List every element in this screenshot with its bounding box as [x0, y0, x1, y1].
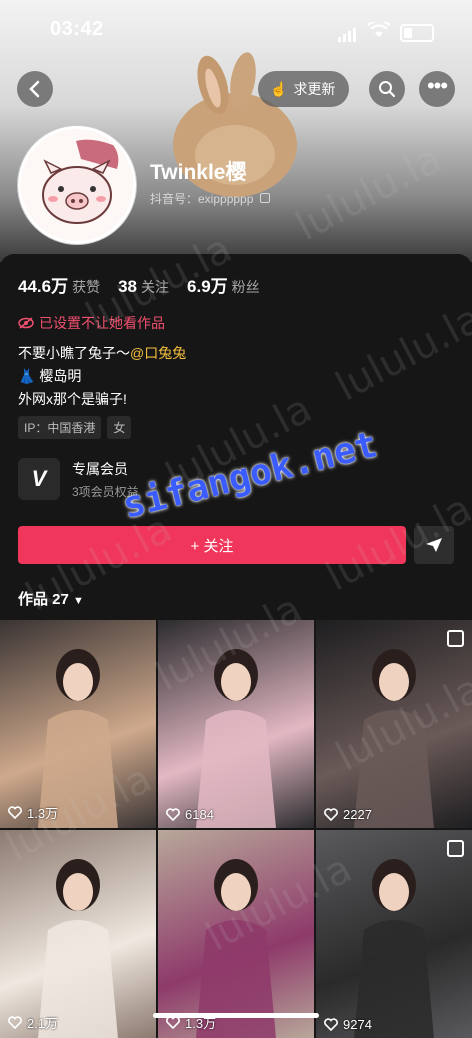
work-likes-count: 9274: [343, 1017, 372, 1032]
bio-line-1-text: 不要小瞧了兔子～: [18, 345, 130, 361]
works-tab[interactable]: 作品 27 ▼: [18, 588, 84, 609]
hand-point-icon: ☝: [270, 80, 288, 97]
multi-image-icon: [447, 840, 464, 857]
status-icons: [338, 19, 434, 43]
stats-row: 44.6万 获赞 38 关注 6.9万 粉丝: [18, 272, 260, 297]
douyin-id[interactable]: 抖音号：exipppppp: [150, 190, 270, 207]
work-likes-count: 2227: [343, 807, 372, 822]
work-photo: [354, 859, 434, 1038]
heart-icon: [324, 808, 338, 821]
more-dots-icon: •••: [426, 73, 448, 98]
status-time: 03:42: [50, 18, 104, 40]
dress-icon: 👗: [18, 368, 36, 384]
home-indicator[interactable]: [153, 1013, 319, 1018]
heart-icon: [166, 808, 180, 821]
stat-following-num: 38: [118, 277, 138, 296]
bio-line-1: 不要小瞧了兔子～@口兔兔: [18, 343, 186, 363]
member-title: 专属会员: [72, 460, 128, 477]
heart-icon: [324, 1018, 338, 1031]
back-button[interactable]: [17, 71, 53, 107]
heart-icon: [8, 1016, 22, 1029]
share-button[interactable]: [414, 526, 454, 564]
ip-location-tag: IP：中国香港: [18, 416, 102, 439]
work-thumbnail[interactable]: 1.3万: [158, 830, 314, 1038]
blocked-notice: 已设置不让她看作品: [18, 313, 165, 333]
search-button[interactable]: [369, 71, 405, 107]
work-likes-count: 6184: [185, 807, 214, 822]
back-arrow-icon: [29, 80, 40, 98]
search-icon: [379, 81, 396, 98]
follow-button[interactable]: + 关注: [18, 526, 406, 564]
stat-followers-label: 粉丝: [231, 279, 260, 295]
work-thumbnail[interactable]: 9274: [316, 830, 472, 1038]
request-update-label: 求更新: [293, 81, 336, 97]
work-likes: 1.3万: [8, 803, 58, 822]
member-v-icon: V: [18, 458, 60, 500]
wifi-icon: [367, 19, 391, 43]
profile-name: Twinkle樱: [150, 161, 247, 184]
works-label: 作品 27: [18, 591, 69, 608]
pig-avatar-image: [21, 129, 133, 241]
more-button[interactable]: •••: [419, 71, 455, 107]
work-thumbnail[interactable]: 2.1万: [0, 830, 156, 1038]
work-photo: [196, 859, 276, 1038]
stat-likes[interactable]: 44.6万 获赞: [18, 272, 100, 297]
works-grid: 1.3万 6184 2227 2.1万 1.3万 9274: [0, 620, 472, 1038]
stat-followers-num: 6.9万: [187, 277, 228, 296]
bio-line-2-text: 樱岛明: [39, 368, 82, 384]
work-likes: 6184: [166, 807, 214, 822]
send-icon: [426, 538, 442, 552]
blocked-notice-text: 已设置不让她看作品: [39, 315, 165, 331]
work-thumbnail[interactable]: 1.3万: [0, 620, 156, 828]
work-likes: 9274: [324, 1017, 372, 1032]
work-likes: 2227: [324, 807, 372, 822]
multi-image-icon: [447, 630, 464, 647]
work-photo: [354, 649, 434, 828]
work-photo: [38, 649, 118, 828]
gender-tag: 女: [107, 416, 132, 439]
bio-line-3: 外网x那个是骗子!: [18, 391, 127, 407]
work-photo: [38, 859, 118, 1038]
stat-following-label: 关注: [141, 279, 170, 295]
heart-icon: [8, 806, 22, 819]
work-photo: [196, 649, 276, 828]
caret-down-icon: ▼: [73, 595, 84, 607]
work-thumbnail[interactable]: 2227: [316, 620, 472, 828]
profile-header: 03:42 ☝ 求更新 ••• Twinkle樱 抖音号：exipppppp: [0, 0, 472, 262]
bio-line-2: 👗 樱岛明: [18, 366, 81, 386]
work-likes: 2.1万: [8, 1013, 58, 1032]
battery-icon: [400, 23, 434, 42]
tags-row: IP：中国香港 女: [18, 416, 132, 439]
stat-likes-num: 44.6万: [18, 277, 69, 296]
stat-likes-label: 获赞: [72, 279, 101, 295]
avatar[interactable]: [18, 126, 136, 244]
work-likes-count: 1.3万: [27, 806, 59, 821]
request-update-button[interactable]: ☝ 求更新: [258, 71, 350, 107]
bio-mention-link[interactable]: @口兔兔: [130, 345, 186, 361]
eye-hidden-icon: [18, 317, 34, 329]
work-thumbnail[interactable]: 6184: [158, 620, 314, 828]
douyin-id-text: 抖音号：exipppppp: [150, 192, 254, 206]
stat-following[interactable]: 38 关注: [118, 277, 169, 297]
stat-followers[interactable]: 6.9万 粉丝: [187, 272, 260, 297]
signal-icon: [338, 24, 358, 42]
work-likes-count: 2.1万: [27, 1016, 59, 1031]
copy-icon[interactable]: [259, 193, 270, 203]
